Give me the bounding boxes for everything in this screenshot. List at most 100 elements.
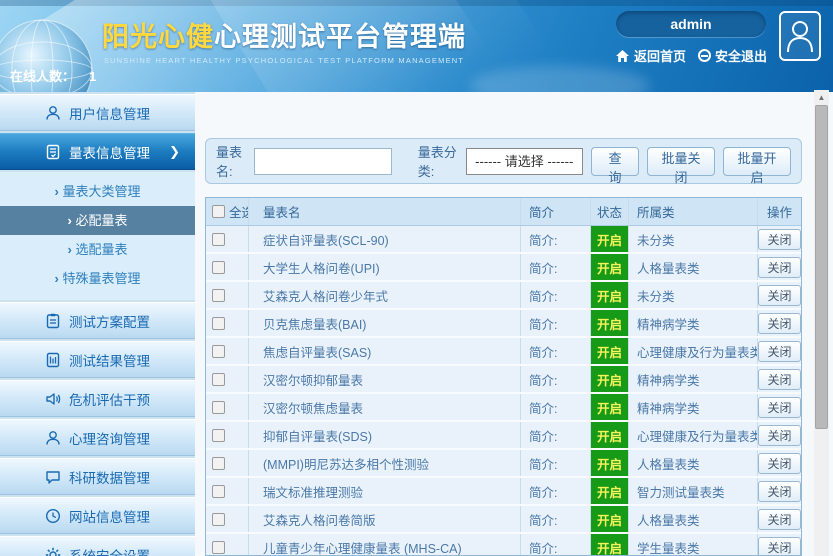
row-select-cell — [206, 394, 249, 420]
table-row: 抑郁自评量表(SDS)简介:开启心理健康及行为量表类关闭 — [206, 422, 801, 450]
clipboard-icon — [45, 313, 61, 329]
row-checkbox[interactable] — [212, 289, 225, 302]
scale-name-cell: 焦虑自评量表(SAS) — [249, 338, 521, 364]
query-button[interactable]: 查询 — [591, 147, 639, 176]
table-row: 艾森克人格问卷简版简介:开启人格量表类关闭 — [206, 506, 801, 534]
scale-name-cell: 汉密尔顿焦虑量表 — [249, 394, 521, 420]
close-button[interactable]: 关闭 — [758, 369, 800, 390]
scale-name-cell: 汉密尔顿抑郁量表 — [249, 366, 521, 392]
select-all-cell: 全选 — [206, 198, 249, 225]
status-badge: 开启 — [591, 422, 629, 448]
scale-category-cell: 精神病学类 — [629, 394, 758, 420]
row-checkbox[interactable] — [212, 457, 225, 470]
close-button[interactable]: 关闭 — [758, 425, 800, 446]
row-checkbox[interactable] — [212, 261, 225, 274]
row-checkbox[interactable] — [212, 513, 225, 526]
home-icon — [615, 49, 630, 63]
submenu-item-required-scales[interactable]: 必配量表 — [0, 206, 195, 235]
row-checkbox[interactable] — [212, 541, 225, 554]
user-icon — [45, 430, 61, 446]
close-button[interactable]: 关闭 — [758, 257, 800, 278]
scale-name-label: 量表名: — [216, 142, 249, 180]
submenu-item-optional-scales[interactable]: 选配量表 — [0, 235, 195, 264]
batch-open-button[interactable]: 批量开启 — [723, 147, 791, 176]
close-button[interactable]: 关闭 — [758, 397, 800, 418]
avatar[interactable] — [779, 11, 821, 61]
table-row: 症状自评量表(SCL-90)简介:开启未分类关闭 — [206, 226, 801, 254]
select-all-label: 全选 — [229, 202, 249, 221]
scroll-up-arrow-icon[interactable] — [814, 90, 829, 104]
vertical-scrollbar[interactable] — [814, 90, 829, 556]
username-button[interactable]: admin — [616, 11, 766, 37]
sidebar-item-system-security[interactable]: 系统安全设置 — [0, 536, 195, 556]
row-checkbox[interactable] — [212, 429, 225, 442]
action-cell: 关闭 — [758, 478, 801, 504]
scale-name-cell: 大学生人格问卷(UPI) — [249, 254, 521, 280]
row-checkbox[interactable] — [212, 401, 225, 414]
sidebar-item-crisis-intervention[interactable]: 危机评估干预 — [0, 380, 195, 417]
row-checkbox[interactable] — [212, 485, 225, 498]
scales-table: 全选 量表名 简介 状态 所属类 操作 症状自评量表(SCL-90)简介:开启未… — [205, 197, 802, 556]
table-row: 汉密尔顿焦虑量表简介:开启精神病学类关闭 — [206, 394, 801, 422]
close-button[interactable]: 关闭 — [758, 509, 800, 530]
submenu-item-label: 量表大类管理 — [62, 184, 140, 199]
scale-name-input[interactable] — [254, 148, 392, 175]
report-icon — [45, 352, 61, 368]
batch-close-button[interactable]: 批量关闭 — [647, 147, 715, 176]
sidebar-item-counseling-mgmt[interactable]: 心理咨询管理 — [0, 419, 195, 456]
row-select-cell — [206, 282, 249, 308]
sidebar-item-test-plan[interactable]: 测试方案配置 — [0, 302, 195, 339]
col-header-category: 所属类 — [629, 198, 758, 225]
scale-category-select[interactable]: ------ 请选择 ------ — [466, 148, 583, 175]
status-badge: 开启 — [591, 310, 629, 336]
sidebar-item-website-info[interactable]: 网站信息管理 — [0, 497, 195, 534]
submenu-item-special-scales[interactable]: 特殊量表管理 — [0, 264, 195, 293]
scale-intro-cell: 简介: — [521, 282, 591, 308]
close-button[interactable]: 关闭 — [758, 285, 800, 306]
row-checkbox[interactable] — [212, 317, 225, 330]
sidebar-item-research-data[interactable]: 科研数据管理 — [0, 458, 195, 495]
user-avatar-icon — [786, 19, 814, 53]
close-button[interactable]: 关闭 — [758, 453, 800, 474]
sidebar-item-label: 危机评估干预 — [69, 389, 150, 409]
row-checkbox[interactable] — [212, 373, 225, 386]
return-home-link[interactable]: 返回首页 — [615, 46, 686, 65]
online-count: 在线人数：1 — [10, 66, 96, 85]
row-checkbox[interactable] — [212, 233, 225, 246]
sidebar-submenu-scale-info: 量表大类管理 必配量表 选配量表 特殊量表管理 — [0, 172, 195, 300]
app-subtitle: SUNSHINE HEART HEALTHY PSYCHOLOGICAL TES… — [102, 56, 466, 65]
online-count-value: 1 — [89, 69, 96, 84]
sidebar-item-label: 心理咨询管理 — [69, 428, 150, 448]
scale-intro-cell: 简介: — [521, 394, 591, 420]
status-badge: 开启 — [591, 282, 629, 308]
close-button[interactable]: 关闭 — [758, 537, 800, 556]
sidebar-item-scale-info[interactable]: 量表信息管理 — [0, 133, 195, 170]
close-button[interactable]: 关闭 — [758, 229, 800, 250]
status-badge: 开启 — [591, 506, 629, 532]
table-row: 儿童青少年心理健康量表 (MHS-CA)简介:开启学生量表类关闭 — [206, 534, 801, 556]
table-row: 贝克焦虑量表(BAI)简介:开启精神病学类关闭 — [206, 310, 801, 338]
cloud-decoration — [470, 66, 650, 92]
safe-logout-link[interactable]: 安全退出 — [698, 46, 767, 65]
col-header-scale-name: 量表名 — [249, 198, 521, 225]
scale-name-cell: 艾森克人格问卷简版 — [249, 506, 521, 532]
row-checkbox[interactable] — [212, 345, 225, 358]
scrollbar-thumb[interactable] — [815, 105, 828, 429]
row-select-cell — [206, 310, 249, 336]
status-badge: 开启 — [591, 450, 629, 476]
sidebar-item-test-results[interactable]: 测试结果管理 — [0, 341, 195, 378]
scale-category-label: 量表分类: — [418, 142, 461, 180]
submenu-item-scale-category-mgmt[interactable]: 量表大类管理 — [0, 177, 195, 206]
scale-name-cell: 儿童青少年心理健康量表 (MHS-CA) — [249, 534, 521, 556]
sidebar-item-label: 系统安全设置 — [69, 545, 150, 556]
sidebar-item-user-info[interactable]: 用户信息管理 — [0, 94, 195, 131]
close-button[interactable]: 关闭 — [758, 481, 800, 502]
close-button[interactable]: 关闭 — [758, 341, 800, 362]
select-all-checkbox[interactable] — [212, 205, 225, 218]
table-row: (MMPI)明尼苏达多相个性测验简介:开启人格量表类关闭 — [206, 450, 801, 478]
sidebar-item-label: 网站信息管理 — [69, 506, 150, 526]
scale-category-cell: 智力测试量表类 — [629, 478, 758, 504]
close-button[interactable]: 关闭 — [758, 313, 800, 334]
row-select-cell — [206, 534, 249, 556]
scale-name-cell: 抑郁自评量表(SDS) — [249, 422, 521, 448]
